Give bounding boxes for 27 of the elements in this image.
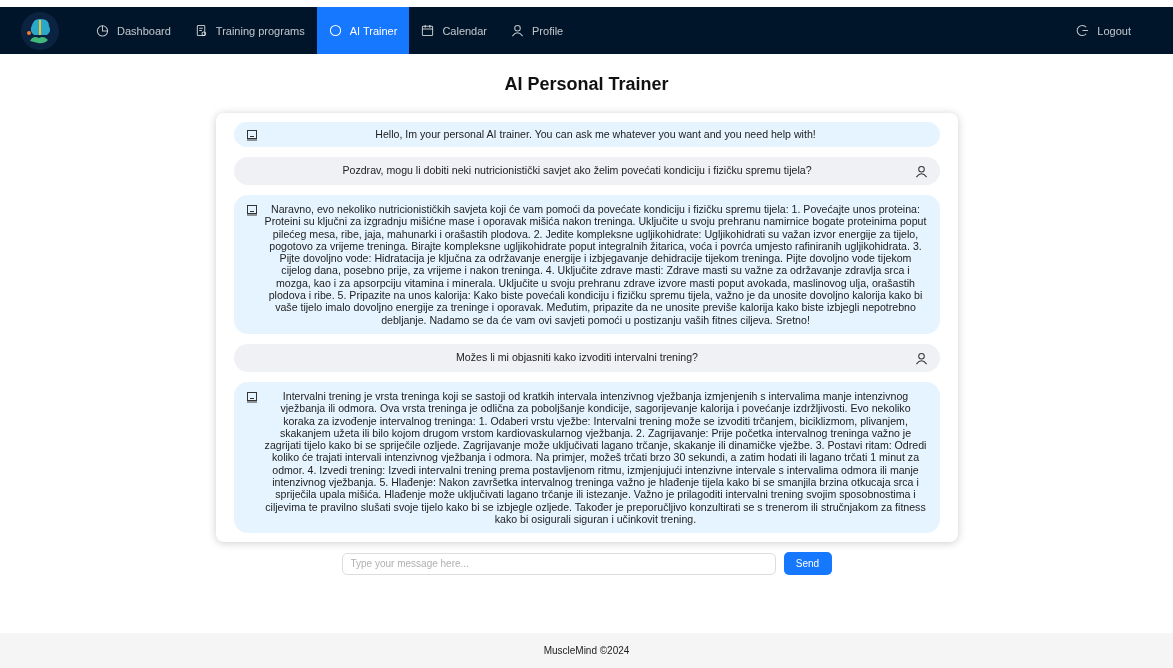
logout-icon bbox=[1076, 24, 1090, 37]
user-icon bbox=[511, 24, 524, 37]
logout-button[interactable]: Logout bbox=[1064, 7, 1143, 54]
nav-tab[interactable]: Training programs bbox=[182, 7, 317, 54]
robot-icon bbox=[245, 204, 258, 216]
message-text: Možes li mi objasniti kako izvoditi intervalni trening? bbox=[455, 350, 699, 364]
user-icon bbox=[914, 165, 928, 178]
send-button[interactable]: Send bbox=[783, 552, 832, 576]
calendar-icon bbox=[421, 24, 435, 37]
document-icon bbox=[194, 24, 208, 37]
page-title: AI Personal Trainer bbox=[504, 74, 669, 95]
nav-tab[interactable]: AI Trainer bbox=[316, 7, 410, 54]
chat-bubble-icon bbox=[328, 24, 342, 37]
nav-tab[interactable]: Calendar bbox=[409, 7, 499, 54]
message-text: Intervalni trening je vrsta treninga koji se sastoji od kratkih intervala intenzivnog vježbanja izmjenjenih s intervalima manje intenzivnog vježbanja ili odmora. Ova vrsta treninga je odlična za poboljšanje kondicije, sagorijevanje kalorija i povećanje izdržljivosti. Evo nekoliko koraka za izvođenje intervalnog treninga: 1. Odaberi vrstu vježbe: Intervalni trening može se izvoditi trčanjem, biciklizmom, plivanjem, skakanjem užeta ili bilo kojom drugom vrstom kardiovaskularnog vježbanja. 2. Zagrijavanje: Prije početka intervalnog treninga važno je zagrijati tijelo kako bi se spriječile ozljede. Zagrijavanje može uključivati lagano trčanje, skakanje ili dinamičke vježbe. 3. Postavi ritam: Odredi koliko će trajati intervali intenzivnog vježbanja i odmora. Na primjer, možeš trčati brzo 30 sekundi, a zatim hodati ili lagano trčati 1 minut za odmor. 4. Izvedi trening: Izvedi intervalni trening prema postavljenom ritmu, izmjenjujući intenzivne intervale s intervalima odmora ili manje intenzivnog vježbanja. 5. Hlađenje: Nakon završetka intervalnog treninga važno je hlađenje tijela kako bi se smanjila brzina otkucaja srca i spriječila upala mišića. Hlađenje može uključivati lagano trčanje ili istezanje. Važno je prilagoditi intervalni trening svojim sposobnostima i ciljevima te pravilno slušati svoje tijelo kako bi se izbjegle ozljede. Također je preporučljivo konzultirati se s trenerom ili stručnjakom za fitness kako bi osigurali siguran i učinkovit trening. bbox=[263, 389, 928, 526]
nav-tab[interactable]: Dashboard bbox=[84, 7, 183, 54]
message-text: Naravno, evo nekoliko nutricionističkih savjeta koji će vam pomoći da povećate kondiciju i fizičku spremu tijela: 1. Povećajte unos proteina: Proteini su ključni za izgradnju mišićne mase i oporavak mišića nakon treninga. Uključite u svoju prehranu namirnice bogate proteinima poput pilećeg mesa, ribe, jaja, mahunarki i orašastih plodova. 2. Jedite kompleksne ugljikohidrate: Ugljikohidrati su važan izvor energije za tijelo, pogotovo za vrijeme treninga. Birajte kompleksne ugljikohidrate poput integralnih žitarica, voća i povrća umjesto rafiniranih ugljikohidrata. 3. Pijte dovoljno vode: Hidratacija je ključna za održavanje energije i izbjegavanje dehidracije tijekom treninga. Pijte dovoljno vode tijekom cijelog dana, posebno prije, za vrijeme i nakon treninga. 4. Uključite zdrave masti: Zdrave masti su važne za održavanje zdravlja srca i mozga, kao i za apsorpciju vitamina i minerala. Uključite u svoju prehranu zdrave izvore masti poput avokada, maslinovog ulja, orašastih plodova i ribe. 5. Pripazite na unos kalorija: Kako biste povećali kondiciju i fizičku spremu tijela, važno je da unosite dovoljno kalorija kako bi vaše tijelo imalo dovoljno energije za treninge i oporavak. Međutim, pripazite da ne unosite previše kalorija kako biste izbjegli nepotrebno debljanje. Nadamo se da će vam ovi savjeti pomoći u postizanju vaših fitnes ciljeva. Sretno! bbox=[263, 203, 928, 326]
message-text: Hello, Im your personal AI trainer. You can ask me whatever you want and you need help with! bbox=[374, 128, 817, 141]
user-icon bbox=[914, 351, 928, 365]
pie-chart-icon bbox=[96, 24, 109, 37]
footer-text: MuscleMind ©2024 bbox=[543, 645, 630, 656]
robot-icon bbox=[245, 129, 258, 141]
nav-tab[interactable]: Profile bbox=[499, 7, 576, 54]
message-text: Pozdrav, mogu li dobiti neki nutricionistički savjet ako želim povećati kondiciju i fizičku spremu tijela? bbox=[341, 164, 813, 177]
robot-icon bbox=[245, 390, 258, 403]
logo-icon[interactable] bbox=[20, 10, 60, 51]
message-input[interactable]: Type your message here... bbox=[341, 552, 776, 575]
